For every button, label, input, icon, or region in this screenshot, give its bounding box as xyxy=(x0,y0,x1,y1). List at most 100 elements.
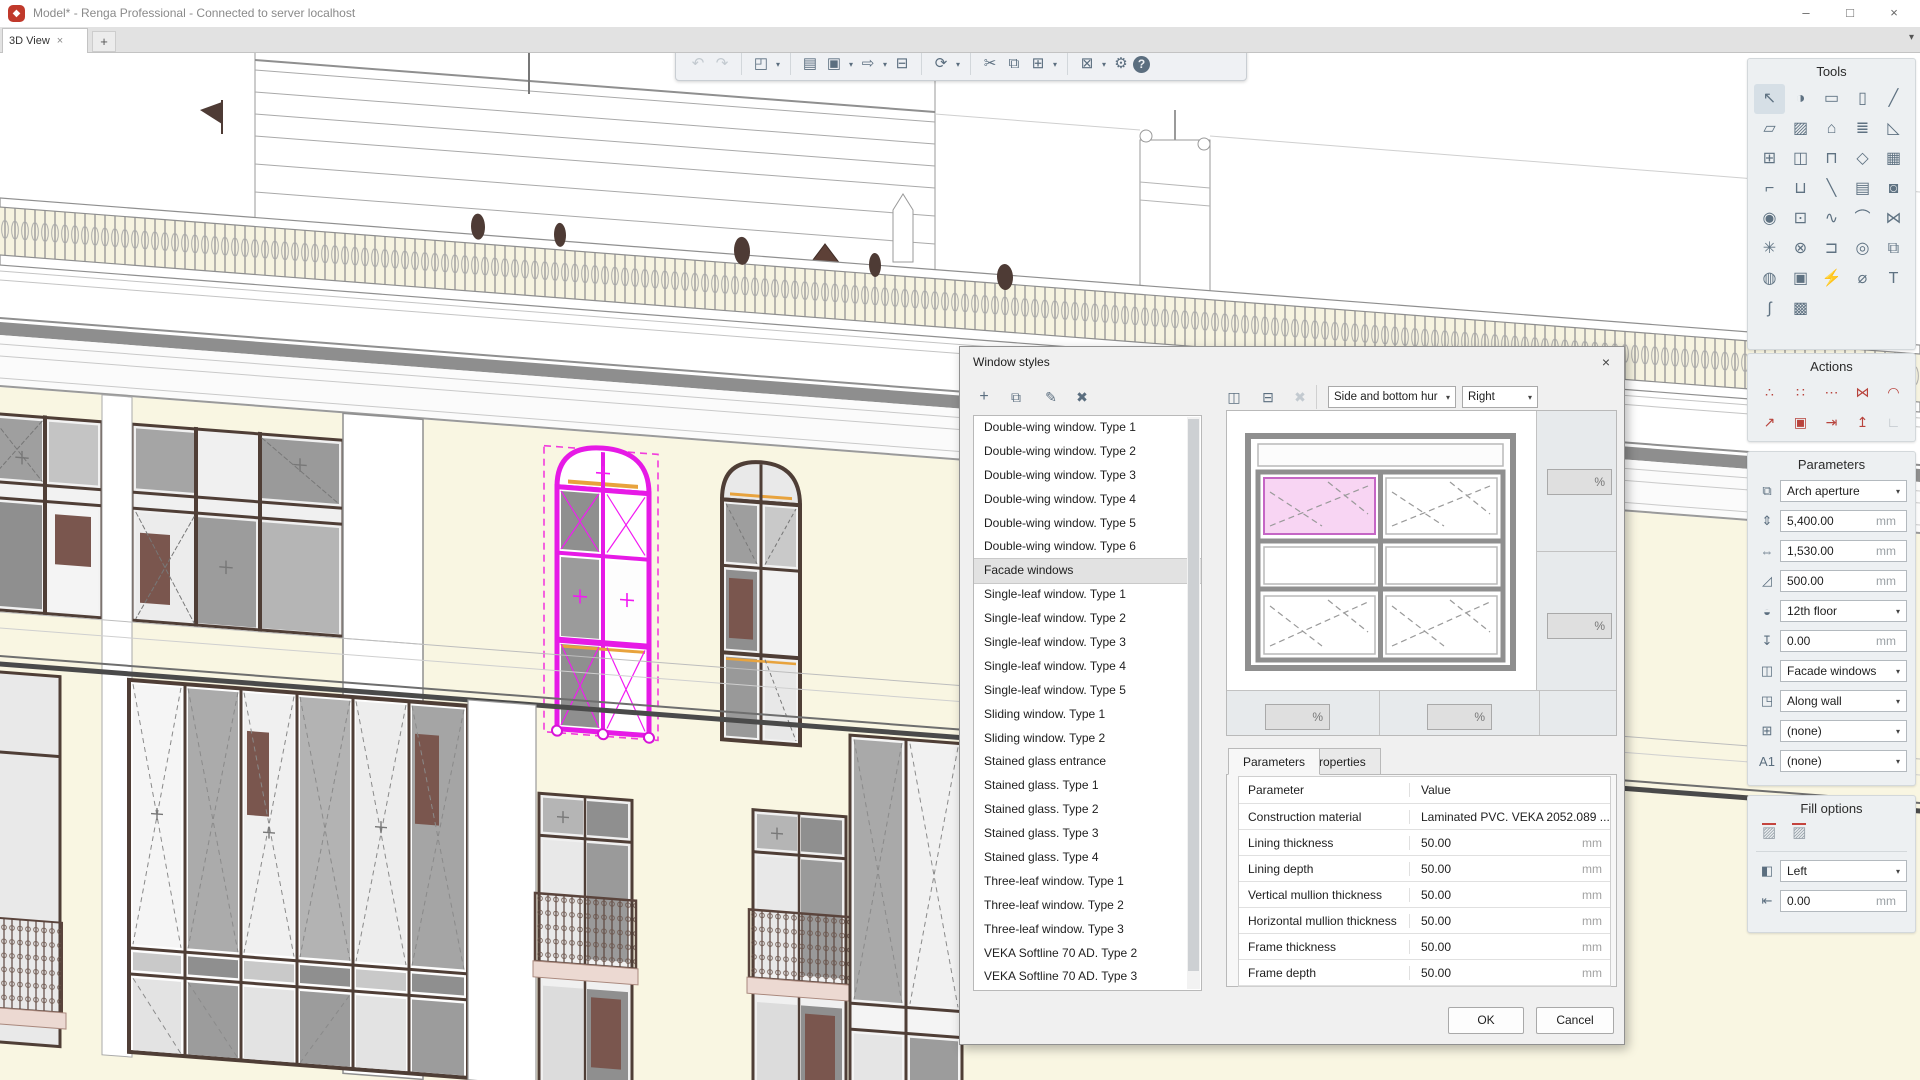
duct-stack-tool-icon[interactable]: ⧉ xyxy=(1878,234,1909,264)
electric-panel-tool-icon[interactable]: ▣ xyxy=(1785,264,1816,294)
parameter-field[interactable]: 500.00 mm xyxy=(1780,570,1907,592)
window-style-list-item[interactable]: VEKA Softline 70 AD. Type 3 xyxy=(974,965,1201,989)
scrollbar[interactable] xyxy=(1187,417,1200,989)
width-percent-field[interactable]: % xyxy=(1547,469,1612,495)
chevron-down-icon[interactable]: ▾ xyxy=(846,60,856,69)
table-row[interactable]: Frame thickness 50.00 mm xyxy=(1239,934,1610,960)
appliance-tool-icon[interactable]: ⊡ xyxy=(1785,204,1816,234)
door-tool-icon[interactable]: ◫ xyxy=(1785,144,1816,174)
help-icon[interactable]: ? xyxy=(1133,56,1150,73)
light-fixture-tool-icon[interactable]: ◍ xyxy=(1754,264,1785,294)
circular-array-action-icon[interactable]: ∷ xyxy=(1785,379,1816,405)
wiring-tool-icon[interactable]: ⚡ xyxy=(1816,264,1847,294)
height-percent-field[interactable]: % xyxy=(1265,704,1330,730)
window-style-list-item[interactable]: Double-wing window. Type 3 xyxy=(974,464,1201,488)
window-style-list-item[interactable]: Three-leaf window. Type 1 xyxy=(974,870,1201,894)
mep-equipment-tool-icon[interactable]: ◙ xyxy=(1878,174,1909,204)
point-array-action-icon[interactable]: ∴ xyxy=(1754,379,1785,405)
plumbing-fixture-tool-icon[interactable]: ⊔ xyxy=(1785,174,1816,204)
extend-action-icon[interactable]: ⇥ xyxy=(1816,409,1847,435)
width-percent-field[interactable]: % xyxy=(1547,613,1612,639)
pipe-tool-icon[interactable]: ∿ xyxy=(1816,204,1847,234)
corner-action-icon[interactable]: ∟ xyxy=(1878,409,1909,435)
hinge-side-dropdown[interactable]: Right ▾ xyxy=(1462,386,1538,408)
window-schematic[interactable] xyxy=(1242,430,1519,674)
route-tool-icon[interactable]: ʃ xyxy=(1754,294,1785,324)
roof-tool-icon[interactable]: ⌂ xyxy=(1816,114,1847,144)
table-row[interactable]: Frame depth 50.00 mm xyxy=(1239,960,1610,986)
table-row[interactable]: Construction material Laminated PVC. VEK… xyxy=(1239,804,1610,830)
parameter-field[interactable]: 12th floor ▾ xyxy=(1780,600,1907,622)
clear-split-button[interactable]: ✖ xyxy=(1288,385,1312,409)
window-style-list-item[interactable]: Facade windows xyxy=(974,559,1201,583)
close-button[interactable]: × xyxy=(1872,0,1916,27)
floor-tool-icon[interactable]: ▱ xyxy=(1754,114,1785,144)
table-row[interactable]: Lining thickness 50.00 mm xyxy=(1239,830,1610,856)
window-style-list-item[interactable]: Single-leaf window. Type 3 xyxy=(974,631,1201,655)
cancel-button[interactable]: Cancel xyxy=(1536,1007,1614,1034)
element-tool-icon[interactable]: ◇ xyxy=(1847,144,1878,174)
wall-tool-icon[interactable]: ▭ xyxy=(1816,84,1847,114)
new-tab-button[interactable]: + xyxy=(92,31,116,52)
duplicate-style-button[interactable]: ⧉ xyxy=(1004,385,1028,409)
table-row[interactable]: Lining depth 50.00 mm xyxy=(1239,856,1610,882)
add-style-button[interactable]: + xyxy=(972,385,996,409)
window-style-list-item[interactable]: Single-leaf window. Type 1 xyxy=(974,583,1201,607)
hung-type-dropdown[interactable]: Side and bottom hur ▾ xyxy=(1328,386,1456,408)
height-percent-field[interactable]: % xyxy=(1427,704,1492,730)
model-object-tool-icon[interactable]: ▦ xyxy=(1878,144,1909,174)
copy-action-icon[interactable]: ▣ xyxy=(1785,409,1816,435)
fill-option-field[interactable]: Left ▾ xyxy=(1780,860,1907,882)
tab-close-icon[interactable]: × xyxy=(57,35,63,47)
duct-tool-icon[interactable]: ⊐ xyxy=(1816,234,1847,264)
parameter-field[interactable]: Facade windows ▾ xyxy=(1780,660,1907,682)
window-style-list-item[interactable]: Double-wing window. Type 6 xyxy=(974,535,1201,559)
window-style-list-item[interactable]: Sliding window. Type 1 xyxy=(974,703,1201,727)
window-style-list-item[interactable]: Double-wing window. Type 2 xyxy=(974,440,1201,464)
equipment-tool-icon[interactable]: ▤ xyxy=(1847,174,1878,204)
parameter-field[interactable]: Arch aperture ▾ xyxy=(1780,480,1907,502)
fan-tool-icon[interactable]: ✳ xyxy=(1754,234,1785,264)
parameter-field[interactable]: Along wall ▾ xyxy=(1780,690,1907,712)
sanitary-tool-icon[interactable]: ◉ xyxy=(1754,204,1785,234)
window-style-list-item[interactable]: VEKA Softline 70 AD. Type 2 xyxy=(974,942,1201,966)
window-style-list-item[interactable]: Stained glass. Type 2 xyxy=(974,798,1201,822)
tab-parameters[interactable]: Parameters xyxy=(1228,748,1320,775)
delete-style-button[interactable]: ✖ xyxy=(1070,385,1094,409)
dimension-tool-icon[interactable]: ⌀ xyxy=(1847,264,1878,294)
split-horizontal-button[interactable]: ⊟ xyxy=(1256,385,1280,409)
air-terminal-tool-icon[interactable]: ◎ xyxy=(1847,234,1878,264)
fill-option-field[interactable]: 0.00 mm xyxy=(1780,890,1907,912)
table-row[interactable]: Horizontal mullion thickness 50.00 mm xyxy=(1239,908,1610,934)
stair-tool-icon[interactable]: ≣ xyxy=(1847,114,1878,144)
scrollbar-thumb[interactable] xyxy=(1188,419,1199,971)
beam-tool-icon[interactable]: ╱ xyxy=(1878,84,1909,114)
mirror-action-icon[interactable]: ⋈ xyxy=(1847,379,1878,405)
chevron-down-icon[interactable]: ▾ xyxy=(1099,60,1109,69)
text-tool-icon[interactable]: T xyxy=(1878,264,1909,294)
linear-array-action-icon[interactable]: ⋯ xyxy=(1816,379,1847,405)
window-tool-icon[interactable]: ⊞ xyxy=(1754,144,1785,174)
pipe-bend-tool-icon[interactable]: ⌒ xyxy=(1847,204,1878,234)
window-style-list-item[interactable]: Double-wing window. Type 4 xyxy=(974,488,1201,512)
parameter-field[interactable]: 0.00 mm xyxy=(1780,630,1907,652)
maximize-button[interactable]: □ xyxy=(1828,0,1872,27)
select-tool-icon[interactable]: ↖ xyxy=(1754,84,1785,114)
fill-direction-right-icon[interactable]: ▨ xyxy=(1792,823,1806,841)
window-style-list-item[interactable]: Single-leaf window. Type 2 xyxy=(974,607,1201,631)
dialog-close-icon[interactable]: × xyxy=(1596,352,1616,372)
duct-elbow-tool-icon[interactable]: ⌐ xyxy=(1754,174,1785,204)
measure-move-action-icon[interactable]: ↥ xyxy=(1847,409,1878,435)
window-style-list-item[interactable]: Stained glass. Type 1 xyxy=(974,774,1201,798)
window-style-list-item[interactable]: Double-wing window. Type 1 xyxy=(974,416,1201,440)
pick-style-tool-icon[interactable]: ◑ xyxy=(1785,84,1816,114)
table-row[interactable]: Vertical mullion thickness 50.00 mm xyxy=(1239,882,1610,908)
window-style-list-item[interactable]: Single-leaf window. Type 5 xyxy=(974,679,1201,703)
hatch-tool-icon[interactable]: ▩ xyxy=(1785,294,1816,324)
move-action-icon[interactable]: ↗ xyxy=(1754,409,1785,435)
tab-3d-view[interactable]: 3D View × xyxy=(2,28,88,53)
furniture-tool-icon[interactable]: ⊓ xyxy=(1816,144,1847,174)
ok-button[interactable]: OK xyxy=(1448,1007,1524,1034)
edit-style-button[interactable]: ✎ xyxy=(1039,385,1063,409)
chevron-down-icon[interactable]: ▾ xyxy=(1050,60,1060,69)
